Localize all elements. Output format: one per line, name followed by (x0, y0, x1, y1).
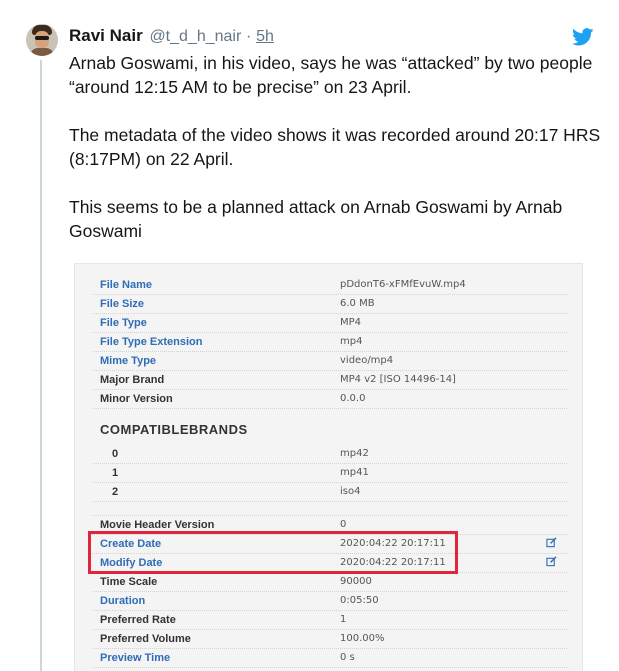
metadata-row: Mime Type video/mp4 (92, 352, 567, 371)
metadata-value-mime-type: video/mp4 (340, 355, 394, 366)
tweet-paragraph: This seems to be a planned attack on Arn… (69, 197, 563, 241)
metadata-key-preferred-rate: Preferred Rate (100, 614, 176, 626)
metadata-value-file-size: 6.0 MB (340, 298, 375, 309)
metadata-value-duration: 0:05:50 (340, 595, 379, 606)
thread-line (40, 60, 42, 671)
metadata-row: File Type Extension mp4 (92, 333, 567, 352)
metadata-key-time-scale: Time Scale (100, 576, 158, 588)
metadata-key-movie-header-version: Movie Header Version (100, 519, 215, 531)
metadata-row: Preferred Rate 1 (92, 611, 567, 630)
user-handle[interactable]: @t_d_h_nair (149, 28, 241, 45)
metadata-value-preferred-volume: 100.00% (340, 633, 385, 644)
metadata-key-preferred-volume: Preferred Volume (100, 633, 191, 645)
tweet-timestamp[interactable]: 5h (256, 28, 274, 45)
metadata-value-preferred-rate: 1 (340, 614, 347, 625)
metadata-row: Time Scale 90000 (92, 573, 567, 592)
tweet-paragraph: The metadata of the video shows it was r… (69, 125, 601, 169)
tweet-header: Ravi Nair @t_d_h_nair · 5h (69, 26, 274, 46)
metadata-row: File Type MP4 (92, 314, 567, 333)
metadata-key-2: 2 (112, 486, 119, 498)
metadata-key-major-brand: Major Brand (100, 374, 165, 386)
metadata-key-file-type[interactable]: File Type (100, 317, 147, 329)
row-gap (92, 502, 567, 516)
metadata-row: 1 mp41 (92, 464, 567, 483)
metadata-value-movie-header-version: 0 (340, 519, 347, 530)
metadata-key-minor-version: Minor Version (100, 393, 173, 405)
metadata-value-file-name: pDdonT6-xFMfEvuW.mp4 (340, 279, 466, 290)
metadata-row: Minor Version 0.0.0 (92, 390, 567, 409)
attached-image[interactable]: File Name pDdonT6-xFMfEvuW.mp4 File Size 6.… (74, 263, 583, 671)
tweet-paragraph: Arnab Goswami, in his video, says he was… (69, 53, 593, 97)
metadata-key-mime-type[interactable]: Mime Type (100, 355, 156, 367)
metadata-table: File Name pDdonT6-xFMfEvuW.mp4 File Size 6.… (92, 276, 567, 668)
metadata-value-2: iso4 (340, 486, 361, 497)
metadata-value-preview-time: 0 s (340, 652, 355, 663)
metadata-row: 2 iso4 (92, 483, 567, 502)
red-highlight-box (88, 531, 458, 574)
metadata-value-1: mp41 (340, 467, 369, 478)
metadata-key-1: 1 (112, 467, 119, 479)
metadata-value-minor-version: 0.0.0 (340, 393, 366, 404)
metadata-value-0: mp42 (340, 448, 369, 459)
metadata-row: Preferred Volume 100.00% (92, 630, 567, 649)
separator-dot: · (246, 28, 252, 45)
metadata-value-major-brand: MP4 v2 [ISO 14496-14] (340, 374, 456, 385)
display-name[interactable]: Ravi Nair (69, 26, 143, 45)
metadata-value-file-type-extension: mp4 (340, 336, 363, 347)
section-header: COMPATIBLEBRANDS (92, 409, 567, 445)
metadata-key-duration[interactable]: Duration (100, 595, 145, 607)
metadata-value-file-type: MP4 (340, 317, 362, 328)
metadata-row: 0 mp42 (92, 445, 567, 464)
metadata-row: Major Brand MP4 v2 [ISO 14496-14] (92, 371, 567, 390)
metadata-row: File Name pDdonT6-xFMfEvuW.mp4 (92, 276, 567, 295)
metadata-key-file-size[interactable]: File Size (100, 298, 144, 310)
metadata-value-time-scale: 90000 (340, 576, 372, 587)
metadata-row: File Size 6.0 MB (92, 295, 567, 314)
edit-icon[interactable] (546, 537, 557, 548)
edit-icon[interactable] (546, 556, 557, 567)
metadata-key-file-name[interactable]: File Name (100, 279, 152, 291)
avatar[interactable] (26, 24, 58, 56)
twitter-bird-icon[interactable] (572, 28, 594, 46)
tweet-text: Arnab Goswami, in his video, says he was… (69, 51, 609, 267)
metadata-row: Duration 0:05:50 (92, 592, 567, 611)
metadata-key-preview-time[interactable]: Preview Time (100, 652, 170, 664)
metadata-key-file-type-extension[interactable]: File Type Extension (100, 336, 203, 348)
metadata-row: Preview Time 0 s (92, 649, 567, 668)
section-title: COMPATIBLEBRANDS (100, 422, 248, 437)
metadata-key-0: 0 (112, 448, 119, 460)
